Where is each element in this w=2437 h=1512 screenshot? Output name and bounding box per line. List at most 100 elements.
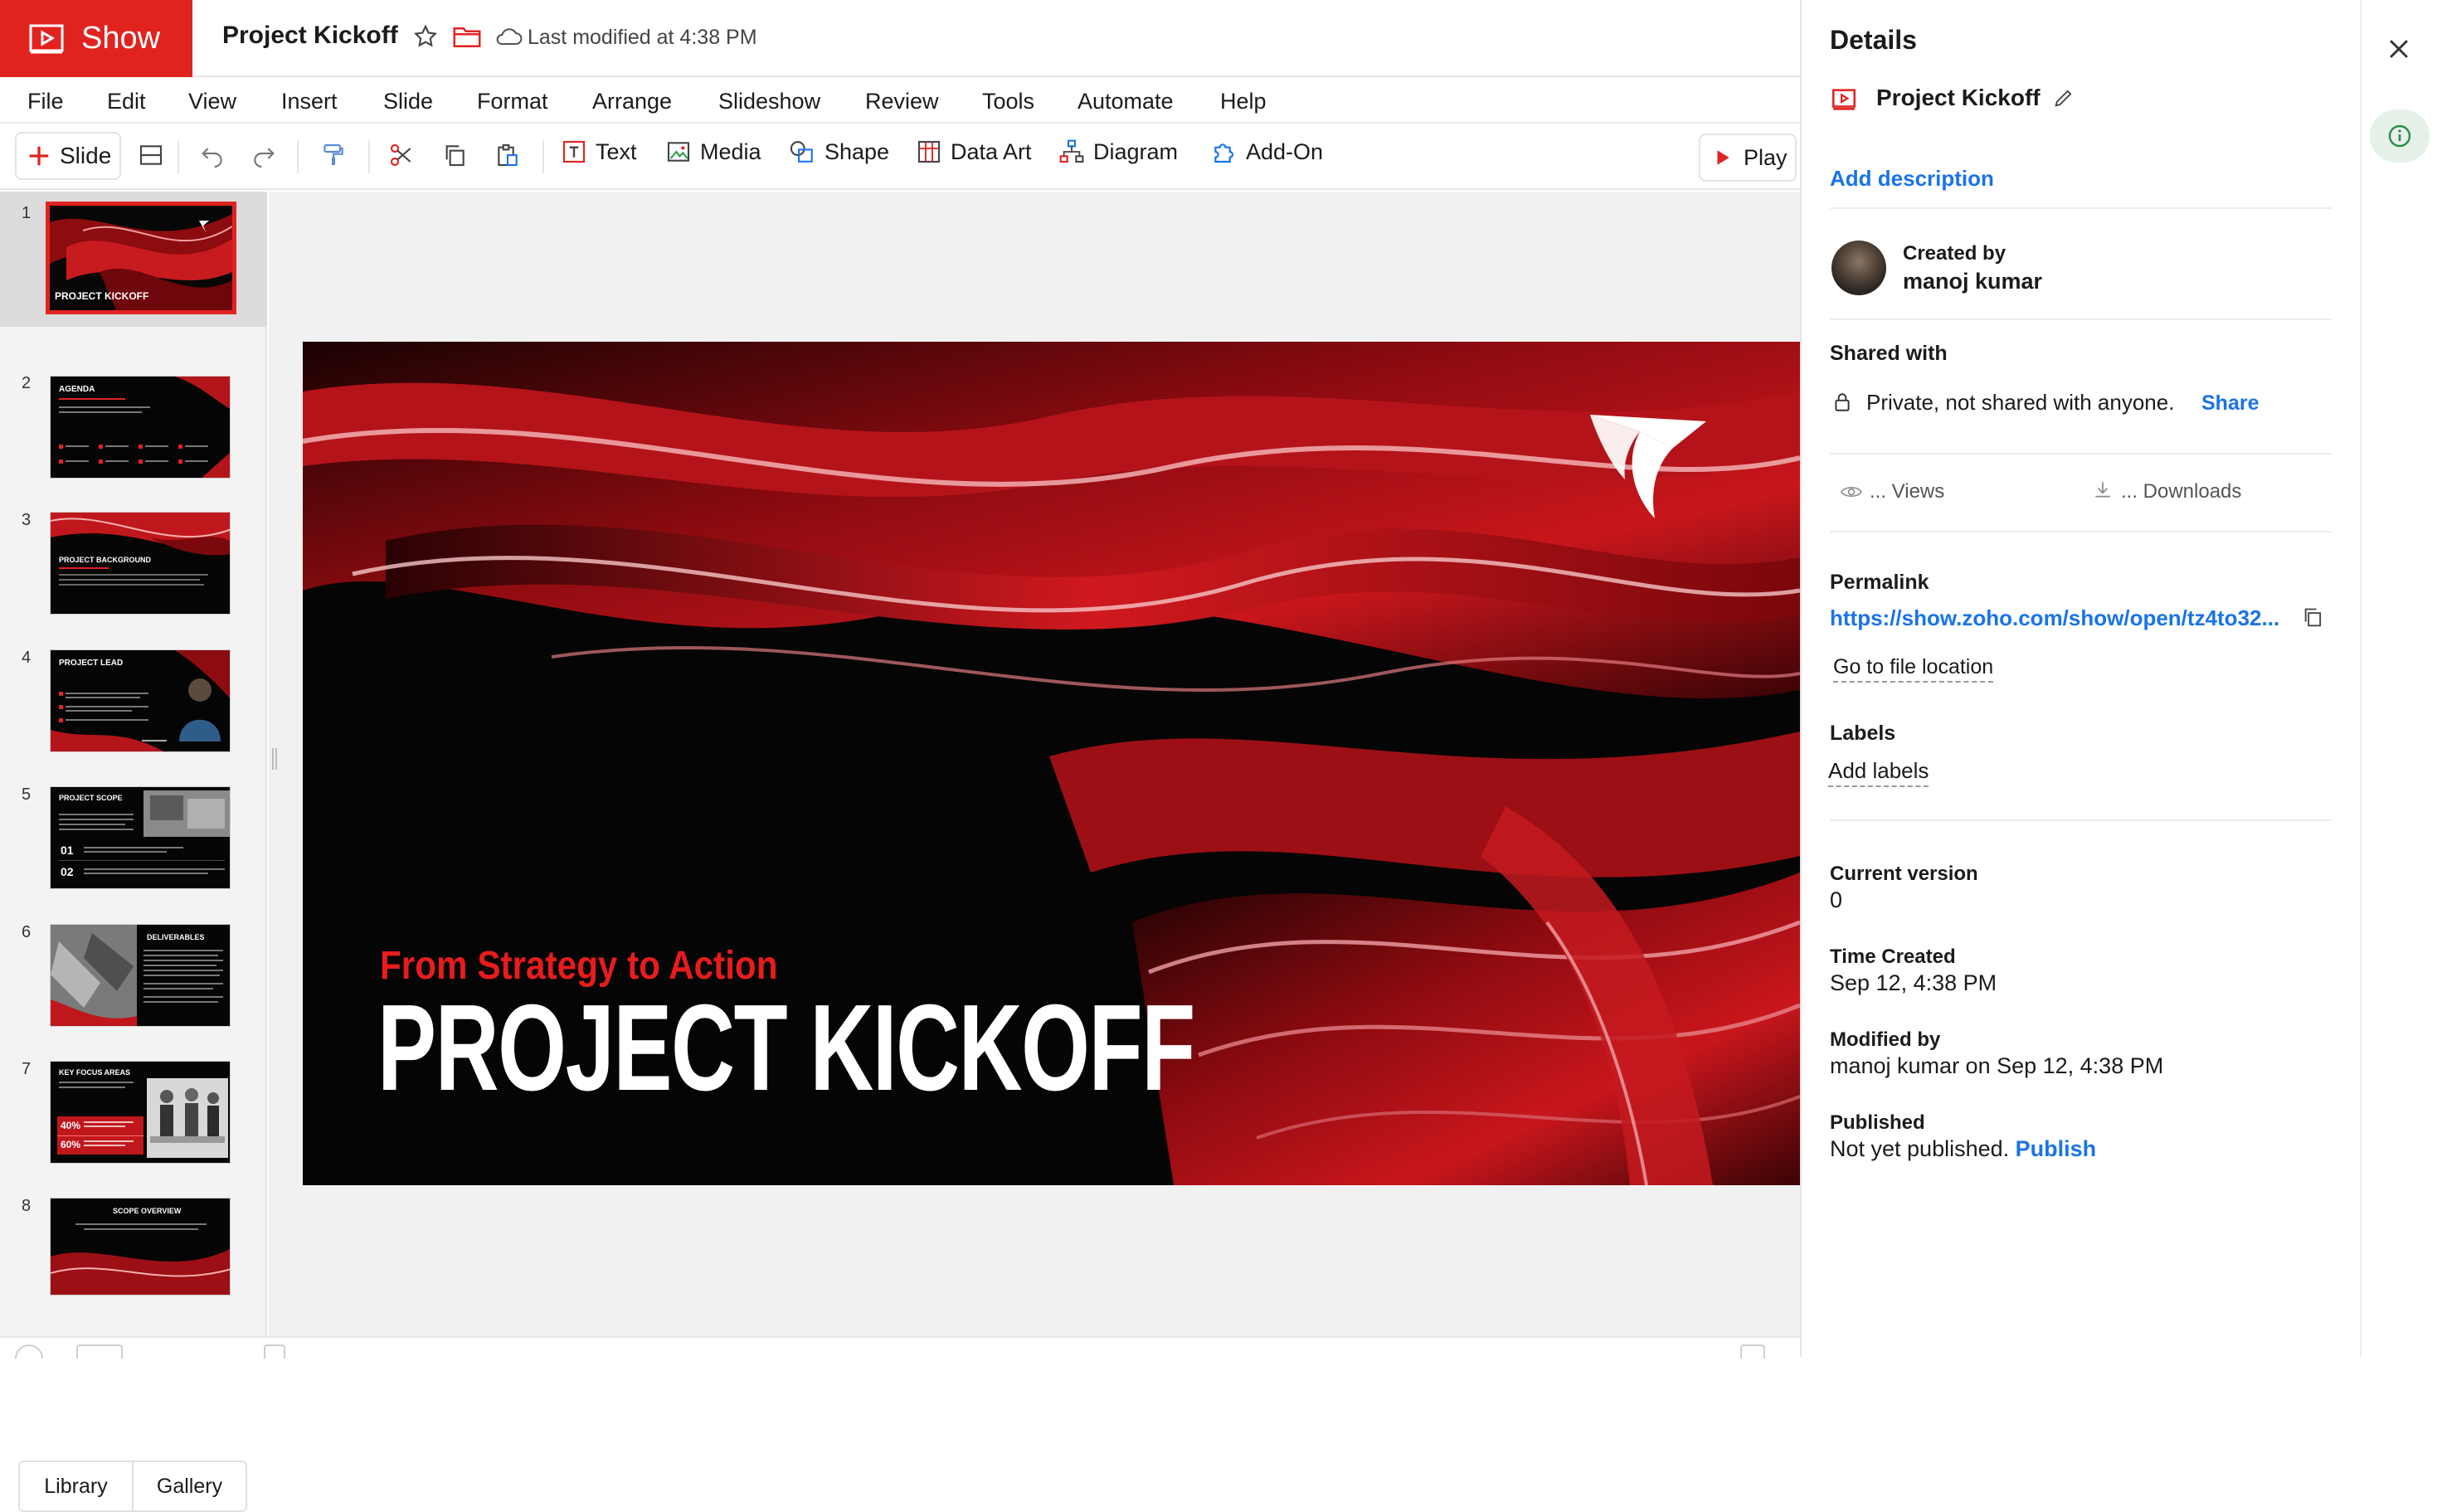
toolbar-divider bbox=[542, 140, 544, 173]
insert-text-button[interactable]: Text bbox=[561, 139, 637, 165]
toolbar-divider bbox=[178, 140, 179, 173]
menu-file[interactable]: File bbox=[27, 89, 64, 114]
app-name: Show bbox=[81, 21, 161, 56]
menu-arrange[interactable]: Arrange bbox=[592, 89, 672, 114]
time-created-value: Sep 12, 4:38 PM bbox=[1830, 970, 1997, 995]
modified-by-value: manoj kumar on Sep 12, 4:38 PM bbox=[1830, 1053, 2164, 1078]
current-version-label: Current version bbox=[1830, 863, 1978, 885]
new-slide-button[interactable]: Slide bbox=[15, 132, 121, 180]
cut-icon[interactable] bbox=[388, 142, 415, 168]
add-description-link[interactable]: Add description bbox=[1830, 166, 1994, 192]
play-label: Play bbox=[1744, 144, 1788, 170]
insert-data-art-button[interactable]: Data Art bbox=[916, 139, 1032, 165]
published-status-row: Not yet published. Publish bbox=[1830, 1136, 2096, 1162]
last-modified-status: Last modified at 4:38 PM bbox=[528, 26, 757, 49]
star-icon[interactable] bbox=[412, 23, 439, 50]
thumbnail-title: AGENDA bbox=[59, 385, 95, 394]
slide-thumbnail-7[interactable]: KEY FOCUS AREAS 40% 60% bbox=[50, 1061, 231, 1164]
diagram-icon bbox=[1059, 139, 1084, 163]
slide-thumbnail-1[interactable]: PROJECT KICKOFF bbox=[46, 202, 236, 314]
insert-shape-button[interactable]: Shape bbox=[788, 139, 889, 165]
status-control[interactable] bbox=[76, 1344, 123, 1359]
app-brand[interactable]: Show bbox=[0, 0, 192, 77]
status-control[interactable] bbox=[264, 1344, 285, 1359]
divider bbox=[1830, 207, 2332, 209]
paint-format-icon[interactable] bbox=[320, 142, 347, 168]
modified-by-label: Modified by bbox=[1830, 1028, 1941, 1051]
published-label: Published bbox=[1830, 1111, 1925, 1134]
redo-icon[interactable] bbox=[251, 142, 277, 168]
time-created-label: Time Created bbox=[1830, 946, 1956, 968]
thumbnail-item: 02 bbox=[61, 865, 74, 878]
copy-icon[interactable] bbox=[441, 142, 468, 168]
menu-help[interactable]: Help bbox=[1220, 89, 1267, 114]
undo-icon[interactable] bbox=[199, 142, 226, 168]
thumbnail-title: PROJECT SCOPE bbox=[59, 794, 123, 802]
current-version-value: 0 bbox=[1830, 887, 1843, 912]
published-status: Not yet published. bbox=[1830, 1136, 2010, 1161]
text-icon bbox=[562, 140, 586, 163]
paste-icon[interactable] bbox=[494, 142, 521, 168]
plus-icon bbox=[29, 146, 49, 166]
menu-slideshow[interactable]: Slideshow bbox=[718, 89, 820, 114]
slide-thumbnail-5[interactable]: PROJECT SCOPE 01 02 bbox=[50, 786, 231, 889]
menu-review[interactable]: Review bbox=[865, 89, 939, 114]
document-title[interactable]: Project Kickoff bbox=[222, 22, 398, 50]
addon-tool-label: Add-On bbox=[1246, 139, 1324, 164]
shape-icon bbox=[790, 141, 813, 163]
slide-number: 2 bbox=[22, 374, 32, 392]
slide-thumbnail-8[interactable]: SCOPE OVERVIEW bbox=[50, 1198, 231, 1296]
divider bbox=[1830, 819, 2332, 821]
main-slide[interactable]: From Strategy to Action PROJECT KICKOFF bbox=[303, 342, 1800, 1185]
thumbnail-title: DELIVERABLES bbox=[147, 933, 205, 941]
play-button[interactable]: Play bbox=[1699, 134, 1797, 182]
insert-diagram-button[interactable]: Diagram bbox=[1058, 139, 1178, 165]
slide-thumbnail-2[interactable]: AGENDA bbox=[50, 376, 231, 479]
avatar bbox=[1831, 241, 1886, 295]
slide-thumbnail-panel: 1 PROJECT KICKOFF 2 AGENDA 3 PROJECT BAC… bbox=[0, 192, 267, 1512]
slide-thumbnail-4[interactable]: PROJECT LEAD bbox=[50, 649, 231, 752]
menu-slide[interactable]: Slide bbox=[383, 89, 433, 114]
divider bbox=[1830, 318, 2332, 320]
thumbnail-title: PROJECT BACKGROUND bbox=[59, 556, 152, 564]
go-to-file-location-link[interactable]: Go to file location bbox=[1833, 655, 1994, 683]
slide-title[interactable]: PROJECT KICKOFF bbox=[377, 987, 1195, 1110]
slide-number: 7 bbox=[22, 1060, 32, 1078]
menu-view[interactable]: View bbox=[188, 89, 236, 114]
panel-resize-handle[interactable] bbox=[272, 748, 277, 770]
menu-automate[interactable]: Automate bbox=[1077, 89, 1174, 114]
slide-number: 1 bbox=[22, 204, 32, 222]
slide-thumbnail-3[interactable]: PROJECT BACKGROUND bbox=[50, 512, 231, 615]
menu-insert[interactable]: Insert bbox=[281, 89, 338, 114]
add-on-button[interactable]: Add-On bbox=[1211, 139, 1323, 165]
add-labels-link[interactable]: Add labels bbox=[1828, 758, 1929, 787]
layout-icon[interactable] bbox=[138, 142, 164, 168]
thumbnail-item: 60% bbox=[61, 1139, 81, 1150]
status-control[interactable] bbox=[1740, 1344, 1765, 1359]
edit-icon[interactable] bbox=[2052, 86, 2075, 109]
slide-number: 8 bbox=[22, 1197, 32, 1215]
permalink-label: Permalink bbox=[1830, 571, 1929, 594]
info-button[interactable] bbox=[2370, 109, 2430, 163]
status-control[interactable] bbox=[15, 1344, 43, 1359]
details-heading: Details bbox=[1830, 25, 1917, 55]
shared-with-label: Shared with bbox=[1830, 342, 1948, 365]
right-rail bbox=[2360, 0, 2437, 1357]
slide-number: 5 bbox=[22, 785, 32, 804]
menu-format[interactable]: Format bbox=[477, 89, 548, 114]
library-tab[interactable]: Library bbox=[20, 1462, 134, 1510]
publish-link[interactable]: Publish bbox=[2016, 1136, 2097, 1161]
copy-link-icon[interactable] bbox=[2302, 606, 2325, 630]
share-link[interactable]: Share bbox=[2201, 391, 2259, 416]
details-file-name: Project Kickoff bbox=[1876, 85, 2041, 110]
folder-icon[interactable] bbox=[452, 23, 482, 50]
close-icon[interactable] bbox=[2385, 35, 2413, 63]
views-count: ... Views bbox=[1870, 480, 1945, 503]
permalink-url[interactable]: https://show.zoho.com/show/open/tz4to32.… bbox=[1830, 605, 2279, 631]
menu-edit[interactable]: Edit bbox=[107, 89, 146, 114]
menu-tools[interactable]: Tools bbox=[982, 89, 1034, 114]
details-panel: Details Project Kickoff Add description … bbox=[1800, 0, 2360, 1357]
insert-media-button[interactable]: Media bbox=[665, 139, 761, 165]
gallery-tab[interactable]: Gallery bbox=[134, 1462, 246, 1510]
slide-thumbnail-6[interactable]: DELIVERABLES bbox=[50, 924, 231, 1027]
